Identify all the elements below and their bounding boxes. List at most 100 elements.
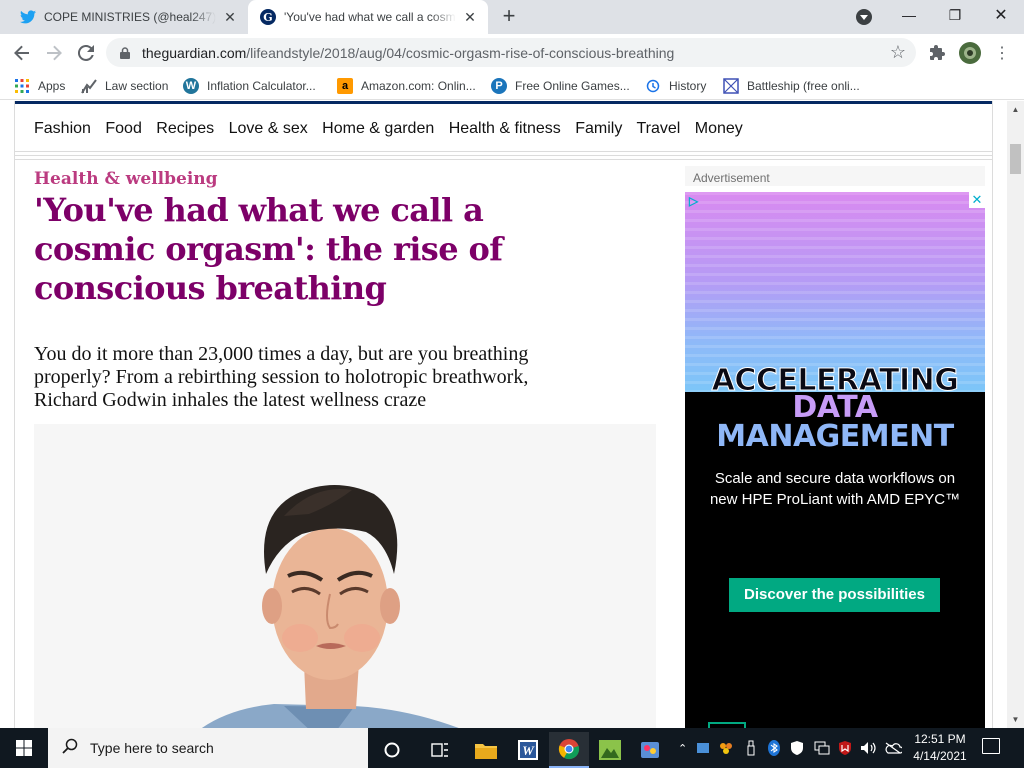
show-hidden-icons[interactable]: ⌃	[678, 728, 687, 768]
usb-icon[interactable]	[746, 728, 756, 768]
tab-search-dropdown-icon[interactable]	[856, 9, 872, 25]
bookmark-label: Battleship (free onli...	[747, 79, 860, 93]
scrollbar-thumb[interactable]	[1010, 144, 1021, 174]
ad-close-icon[interactable]: ✕	[969, 192, 985, 208]
adchoices-icon[interactable]: ▷	[689, 194, 703, 208]
chrome-icon[interactable]	[549, 732, 589, 768]
photo-app-icon[interactable]	[590, 732, 630, 768]
subnav-item-food[interactable]: Food	[105, 120, 141, 137]
browser-toolbar: theguardian.com/lifeandstyle/2018/aug/04…	[0, 34, 1024, 72]
column-rule-left	[14, 101, 15, 728]
twitter-icon	[20, 9, 36, 25]
ad-body-text: Scale and secure data workflows on new H…	[709, 470, 961, 508]
word-icon[interactable]: W	[508, 732, 548, 768]
restore-icon[interactable]: ❐	[932, 0, 978, 30]
close-tab-icon[interactable]: ✕	[222, 9, 238, 25]
windows-taskbar: Type here to search W ⌃ 12:51 PM 4/14/20…	[0, 728, 1024, 768]
subnav-item-money[interactable]: Money	[695, 120, 743, 137]
tray-app-icon[interactable]	[718, 728, 734, 768]
windows-start-icon[interactable]	[0, 728, 48, 768]
bookmark-history[interactable]: History	[645, 76, 706, 96]
paint-app-icon[interactable]	[630, 732, 670, 768]
url-text[interactable]: theguardian.com/lifeandstyle/2018/aug/04…	[142, 45, 674, 61]
ad-cta-button[interactable]: Discover the possibilities	[729, 578, 940, 612]
history-icon	[645, 78, 661, 94]
ad-headline-line3: MANAGEMENT	[716, 419, 954, 454]
divider	[14, 155, 993, 156]
p-icon: P	[491, 78, 507, 94]
subnav-item-fashion[interactable]: Fashion	[34, 120, 91, 137]
file-explorer-icon[interactable]	[466, 732, 506, 768]
tray-app-icon[interactable]	[696, 728, 710, 768]
profile-avatar[interactable]	[958, 41, 982, 65]
article-standfirst: You do it more than 23,000 times a day, …	[34, 343, 529, 411]
svg-text:G: G	[263, 11, 272, 24]
tab-title: 'You've had what we call a cosmic orgasm…	[284, 10, 456, 24]
taskbar-search-placeholder: Type here to search	[90, 740, 214, 756]
subnav-item-recipes[interactable]: Recipes	[156, 120, 214, 137]
bookmark-free-online-games[interactable]: P Free Online Games...	[491, 76, 630, 96]
bookmark-amazon[interactable]: a Amazon.com: Onlin...	[337, 76, 476, 96]
amazon-icon: a	[337, 78, 353, 94]
header-rule	[14, 101, 993, 104]
scroll-down-icon[interactable]: ▼	[1007, 711, 1024, 728]
url-path: /lifeandstyle/2018/aug/04/cosmic-orgasm-…	[246, 45, 675, 61]
svg-text:W: W	[522, 743, 535, 758]
advertisement-label: Advertisement	[685, 166, 985, 186]
subnav-item-travel[interactable]: Travel	[636, 120, 680, 137]
browser-tabstrip: COPE MINISTRIES (@heal247) / T ✕ G 'You'…	[0, 0, 1024, 34]
scroll-up-icon[interactable]: ▲	[1007, 101, 1024, 118]
subnav-item-home-garden[interactable]: Home & garden	[322, 120, 434, 137]
article-kicker[interactable]: Health & wellbeing	[34, 169, 218, 189]
tab-title: COPE MINISTRIES (@heal247) / T	[44, 10, 216, 24]
tab-cope-ministries[interactable]: COPE MINISTRIES (@heal247) / T ✕	[8, 0, 248, 34]
subnav-item-health-fitness[interactable]: Health & fitness	[449, 120, 561, 137]
notification-center-icon[interactable]	[982, 738, 1000, 754]
bookmark-star-icon[interactable]: ☆	[890, 42, 906, 63]
bookmark-label: Inflation Calculator...	[207, 79, 316, 93]
lock-icon[interactable]	[120, 46, 130, 59]
onedrive-icon[interactable]	[884, 728, 902, 768]
hpe-advertisement[interactable]: ▷ ✕ ACCELERATING DATA MANAGEMENT Scale a…	[685, 192, 985, 728]
new-tab-icon[interactable]: +	[498, 5, 520, 28]
system-clock[interactable]: 12:51 PM 4/14/2021	[904, 731, 976, 765]
bookmark-law-section[interactable]: Law section	[81, 76, 168, 96]
clock-time: 12:51 PM	[914, 732, 966, 746]
taskbar-search-box[interactable]: Type here to search	[48, 728, 368, 768]
page-content: Fashion Food Recipes Love & sex Home & g…	[0, 101, 1007, 728]
subnav-item-family[interactable]: Family	[575, 120, 622, 137]
bookmark-inflation-calculator[interactable]: W Inflation Calculator...	[183, 76, 316, 96]
close-window-icon[interactable]: ✕	[978, 0, 1024, 30]
close-tab-icon[interactable]: ✕	[462, 9, 478, 25]
forward-icon[interactable]	[42, 41, 66, 65]
menu-kebab-icon[interactable]: ⋮	[990, 41, 1014, 65]
url-domain: theguardian.com	[142, 45, 247, 61]
bookmark-apps[interactable]: Apps	[14, 76, 65, 96]
cortana-icon[interactable]	[372, 732, 412, 768]
divider	[14, 151, 993, 152]
address-bar[interactable]: theguardian.com/lifeandstyle/2018/aug/04…	[106, 38, 916, 67]
minimize-icon[interactable]: —	[886, 0, 932, 30]
reload-icon[interactable]	[74, 41, 98, 65]
guardian-icon: G	[260, 9, 276, 25]
network-icon[interactable]	[814, 728, 830, 768]
section-subnav: Fashion Food Recipes Love & sex Home & g…	[34, 120, 753, 138]
clock-date: 4/14/2021	[913, 749, 967, 763]
bluetooth-icon[interactable]	[768, 728, 780, 768]
subnav-item-love-sex[interactable]: Love & sex	[229, 120, 308, 137]
search-icon	[62, 738, 78, 759]
extensions-icon[interactable]	[926, 41, 950, 65]
tab-guardian-article[interactable]: G 'You've had what we call a cosmic orga…	[248, 0, 488, 34]
ad-headline-line2: DATA	[792, 390, 878, 425]
back-icon[interactable]	[10, 41, 34, 65]
security-shield-icon[interactable]	[790, 728, 804, 768]
task-view-icon[interactable]	[420, 732, 460, 768]
article-main-image[interactable]	[34, 424, 656, 728]
page-scrollbar[interactable]: ▲ ▼	[1007, 101, 1024, 728]
bookmark-battleship[interactable]: Battleship (free onli...	[723, 76, 860, 96]
mcafee-icon[interactable]	[838, 728, 852, 768]
wordpress-icon: W	[183, 78, 199, 94]
volume-icon[interactable]	[860, 728, 878, 768]
divider	[14, 159, 993, 160]
apps-grid-icon	[14, 78, 30, 94]
